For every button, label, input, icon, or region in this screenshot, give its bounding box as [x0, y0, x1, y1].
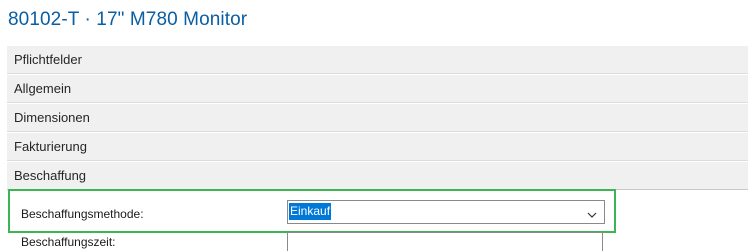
page-title: 80102-T · 17" M780 Monitor: [8, 9, 248, 30]
section-header-beschaffung[interactable]: Beschaffung: [7, 162, 748, 190]
section-label: Fakturierung: [14, 139, 87, 154]
section-label: Beschaffung: [14, 168, 87, 183]
item-card-page: 80102-T · 17" M780 Monitor Pflichtfelder…: [0, 0, 748, 251]
section-header-dimensionen[interactable]: Dimensionen: [7, 104, 748, 132]
beschaffungsmethode-selected-value: Einkauf: [289, 203, 332, 220]
section-label: Allgemein: [14, 81, 72, 96]
section-header-pflichtfelder[interactable]: Pflichtfelder: [7, 46, 748, 74]
section-header-fakturierung[interactable]: Fakturierung: [7, 133, 748, 161]
beschaffungszeit-label: Beschaffungszeit:: [21, 235, 116, 249]
section-label: Dimensionen: [14, 110, 90, 125]
beschaffungszeit-input[interactable]: [287, 232, 603, 251]
section-header-allgemein[interactable]: Allgemein: [7, 75, 748, 103]
beschaffungsmethode-label: Beschaffungsmethode:: [21, 207, 144, 221]
chevron-down-icon[interactable]: [587, 207, 597, 218]
section-label: Pflichtfelder: [14, 52, 82, 67]
beschaffungsmethode-dropdown[interactable]: Einkauf: [287, 200, 605, 224]
